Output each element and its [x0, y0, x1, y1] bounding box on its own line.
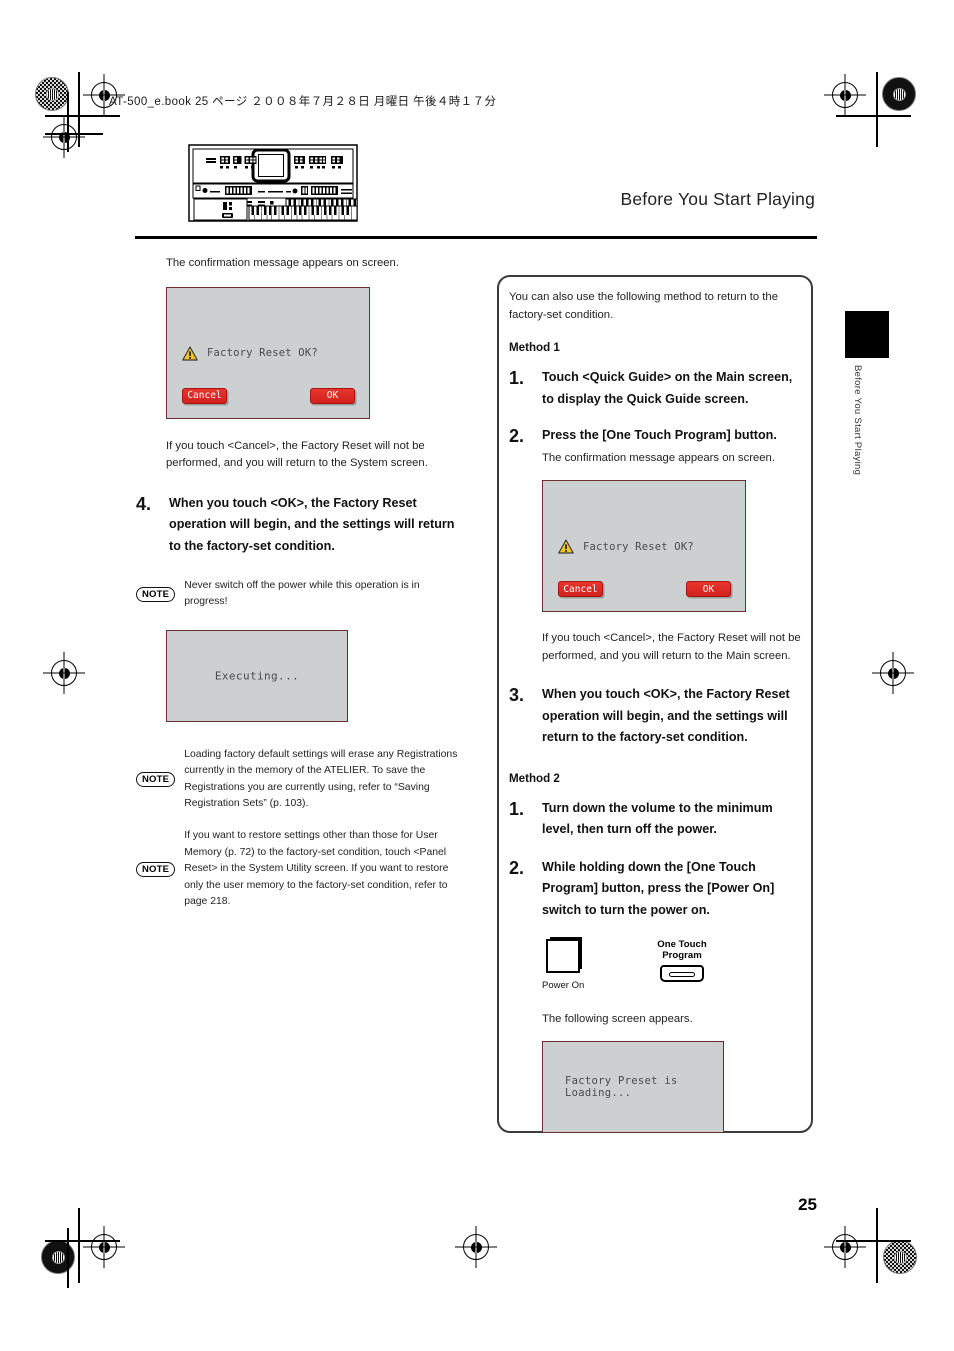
dialog-ok-button[interactable]: OK: [686, 581, 731, 597]
registration-target-bottom-left: [41, 1240, 75, 1274]
button-illustration-group: Power On One Touch Program: [542, 935, 799, 1001]
note-badge: NOTE: [136, 861, 176, 878]
registration-target-bottom-right: [883, 1240, 917, 1274]
crop-mark-bl-h: [45, 1240, 120, 1242]
crop-mark-tl2-h: [45, 133, 103, 135]
one-touch-program-label: One Touch Program: [657, 939, 707, 961]
method-2-step-1-number: 1.: [509, 798, 525, 819]
method-1-step-3-text: When you touch <OK>, the Factory Reset o…: [542, 687, 790, 744]
method-1-step-2-text: Press the [One Touch Program] button.: [542, 428, 777, 442]
left-cancel-note: If you touch <Cancel>, the Factory Reset…: [166, 439, 428, 470]
left-column: The confirmation message appears on scre…: [136, 255, 457, 910]
dialog-message-text: Factory Reset OK?: [583, 540, 694, 553]
left-step-4: 4. When you touch <OK>, the Factory Rese…: [136, 493, 456, 558]
header-divider: [135, 236, 817, 239]
alternate-method-content: You can also use the following method to…: [509, 289, 801, 1133]
method-1-step-3: 3. When you touch <OK>, the Factory Rese…: [509, 684, 799, 749]
warning-triangle-icon: [182, 345, 198, 361]
executing-message: Executing...: [214, 669, 300, 683]
crop-mark-bl-v: [78, 1208, 80, 1283]
method-2-step-2: 2. While holding down the [One Touch Pro…: [509, 857, 799, 922]
note-badge: NOTE: [136, 586, 176, 603]
method-2-step-2-number: 2.: [509, 857, 525, 878]
registration-target-top-left: [35, 77, 69, 111]
dialog-cancel-button[interactable]: Cancel: [558, 581, 603, 597]
method-1-step-1-number: 1.: [509, 368, 525, 388]
crop-mark-bl2-v: [67, 1228, 69, 1288]
crop-mark-br-v: [876, 1208, 878, 1283]
left-step-4-number: 4.: [136, 493, 152, 514]
left-note-2: NOTE Loading factory default settings wi…: [136, 747, 458, 813]
factory-reset-dialog-right[interactable]: Factory Reset OK? Cancel OK: [542, 480, 746, 612]
method-2-step-2-text: While holding down the [One Touch Progra…: [542, 859, 775, 917]
chapter-tab-marker: [845, 311, 889, 358]
crosshair-upper-left-side: [51, 124, 77, 150]
method-1-step-2: 2. Press the [One Touch Program] button.…: [509, 425, 799, 467]
one-touch-program-button-illustration: [660, 965, 704, 982]
chapter-tab-label: Before You Start Playing: [852, 365, 863, 476]
warning-triangle-icon: [558, 539, 574, 554]
factory-preset-loading-screen: Factory Preset is Loading...: [542, 1040, 724, 1133]
note-text: Never switch off the power while this op…: [184, 580, 420, 608]
manual-page: AT-500_e.book 25 ページ ２００８年７月２８日 月曜日 午後４時…: [0, 0, 954, 1351]
organ-illustration: [188, 143, 358, 223]
page-number: 25: [798, 1195, 817, 1214]
note-badge: NOTE: [136, 771, 176, 788]
executing-screen: Executing...: [166, 629, 348, 722]
crosshair-top-right: [832, 82, 858, 108]
crosshair-bottom-center: [463, 1234, 489, 1260]
method-1-step-2-sub: The confirmation message appears on scre…: [542, 451, 775, 464]
crosshair-bottom-left: [91, 1234, 117, 1260]
crop-mark-tr-h: [836, 115, 911, 117]
page-header-band: Before You Start Playing: [135, 143, 817, 239]
crop-mark-tr-v: [876, 72, 878, 147]
right-intro-text: You can also use the following method to…: [509, 291, 779, 321]
left-note-1: NOTE Never switch off the power while th…: [136, 578, 452, 611]
method-1-step-2-body: Press the [One Touch Program] button. Th…: [542, 425, 799, 467]
dialog-message-row: Factory Reset OK?: [182, 345, 318, 361]
crop-mark-br-h: [836, 1240, 911, 1242]
dialog-cancel-button[interactable]: Cancel: [182, 387, 227, 404]
left-intro-text: The confirmation message appears on scre…: [166, 257, 399, 269]
crop-mark-tl-v: [78, 72, 80, 147]
loading-message: Factory Preset is Loading...: [565, 1074, 678, 1099]
alternate-method-panel: You can also use the following method to…: [497, 275, 813, 1133]
page-title: Before You Start Playing: [620, 189, 815, 209]
method-1-step-2-number: 2.: [509, 426, 525, 446]
left-step-4-text: When you touch <OK>, the Factory Reset o…: [169, 495, 455, 553]
crosshair-bottom-right: [832, 1234, 858, 1260]
note-text: Loading factory default settings will er…: [184, 748, 458, 810]
registration-target-top-right: [882, 77, 916, 111]
power-on-button-illustration: [546, 939, 580, 973]
crosshair-mid-right: [880, 660, 906, 686]
method-1-step-1-text: Touch <Quick Guide> on the Main screen, …: [542, 370, 793, 406]
dialog-ok-button[interactable]: OK: [310, 387, 355, 404]
method-2-heading: Method 2: [509, 771, 560, 785]
dialog-message-row: Factory Reset OK?: [558, 539, 694, 554]
left-note-3: NOTE If you want to restore settings oth…: [136, 828, 458, 910]
note-text: If you want to restore settings other th…: [184, 830, 449, 908]
method-1-step-3-number: 3.: [509, 685, 525, 705]
following-screen-text: The following screen appears.: [542, 1013, 693, 1025]
method-1-step-1: 1. Touch <Quick Guide> on the Main scree…: [509, 367, 799, 410]
power-on-label: Power On: [542, 980, 585, 991]
method-2-step-1: 1. Turn down the volume to the minimum l…: [509, 798, 799, 841]
dialog-message-text: Factory Reset OK?: [207, 347, 318, 359]
factory-reset-dialog-left[interactable]: Factory Reset OK? Cancel OK: [166, 286, 370, 419]
method-2-step-1-text: Turn down the volume to the minimum leve…: [542, 800, 773, 837]
crop-mark-tl-h: [45, 115, 120, 117]
right-cancel-note: If you touch <Cancel>, the Factory Reset…: [542, 632, 801, 662]
crop-mark-tl2-v: [67, 92, 69, 152]
book-file-header: AT-500_e.book 25 ページ ２００８年７月２８日 月曜日 午後４時…: [109, 96, 497, 108]
crosshair-mid-left: [51, 660, 77, 686]
method-1-heading: Method 1: [509, 341, 560, 354]
